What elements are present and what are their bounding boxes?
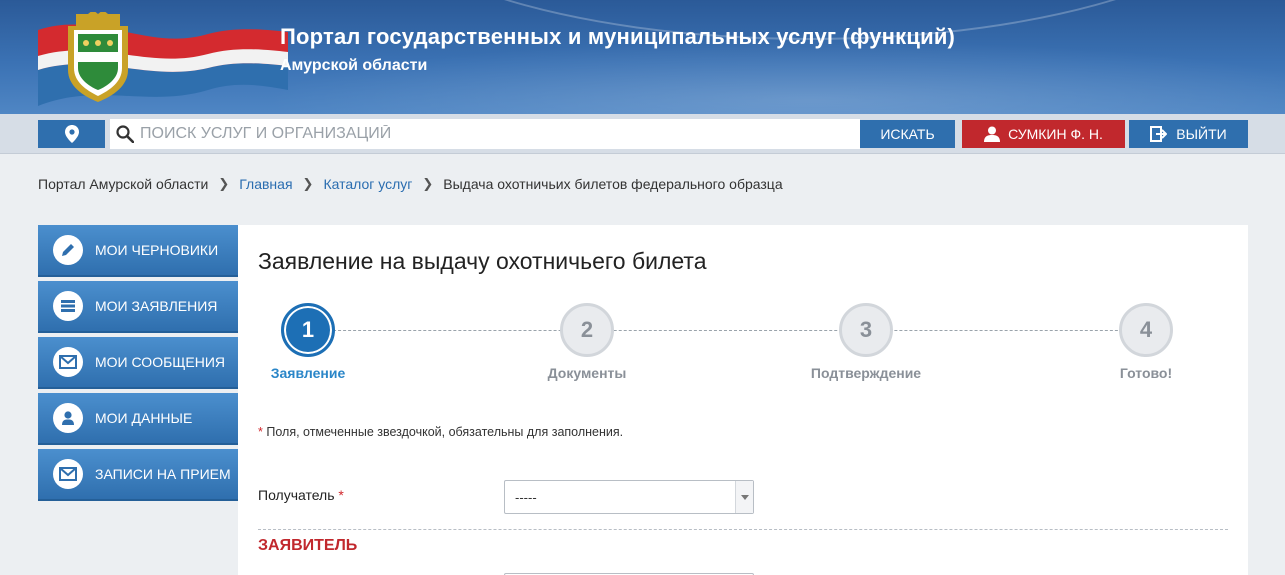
region-flag-logo[interactable] — [38, 12, 288, 106]
search-icon — [110, 119, 140, 149]
envelope-icon — [53, 347, 83, 377]
step-1[interactable]: 1 Заявление — [238, 303, 378, 381]
step-3[interactable]: 3 Подтверждение — [796, 303, 936, 381]
sidebar-item-label: МОИ ЗАЯВЛЕНИЯ — [95, 298, 218, 314]
required-fields-note: * Поля, отмеченные звездочкой, обязатель… — [258, 425, 623, 439]
header-glow — [260, 40, 1285, 114]
sidebar-item-messages[interactable]: МОИ СООБЩЕНИЯ — [38, 337, 238, 389]
steps-connector — [308, 330, 1168, 331]
sidebar-item-label: ЗАПИСИ НА ПРИЕМ — [95, 466, 231, 482]
sidebar-item-applications[interactable]: МОИ ЗАЯВЛЕНИЯ — [38, 281, 238, 333]
user-profile-button[interactable]: СУМКИН Ф. Н. — [962, 120, 1125, 148]
breadcrumb-root: Портал Амурской области — [38, 176, 209, 192]
chevron-right-icon: ❯ — [302, 176, 314, 191]
portal-header: Портал государственных и муниципальных у… — [0, 0, 1285, 114]
recipient-label-text: Получатель — [258, 487, 335, 503]
search-toolbar: ИСКАТЬ СУМКИН Ф. Н. ВЫЙТИ — [0, 114, 1285, 154]
sidebar-item-label: МОИ ЧЕРНОВИКИ — [95, 242, 219, 258]
envelope-icon — [53, 459, 83, 489]
application-form-panel: Заявление на выдачу охотничьего билета 1… — [238, 225, 1248, 575]
step-number: 1 — [281, 303, 335, 357]
search-input[interactable] — [140, 120, 860, 148]
breadcrumb-home-link[interactable]: Главная — [239, 176, 292, 192]
required-asterisk: * — [338, 487, 344, 503]
step-2[interactable]: 2 Документы — [517, 303, 657, 381]
step-number: 2 — [560, 303, 614, 357]
location-button[interactable] — [38, 120, 105, 148]
sidebar-item-appointments[interactable]: ЗАПИСИ НА ПРИЕМ — [38, 449, 238, 501]
step-label: Заявление — [270, 365, 346, 381]
wizard-steps: 1 Заявление 2 Документы 3 Подтверждение … — [258, 303, 1218, 383]
user-icon — [984, 126, 1001, 142]
applicant-section-title: ЗАЯВИТЕЛЬ — [258, 537, 358, 554]
user-icon — [53, 403, 83, 433]
page-title: Заявление на выдачу охотничьего билета — [258, 248, 707, 274]
chevron-right-icon: ❯ — [422, 176, 434, 191]
chevron-down-icon[interactable] — [735, 481, 753, 513]
sidebar-item-drafts[interactable]: МОИ ЧЕРНОВИКИ — [38, 225, 238, 277]
account-sidebar: МОИ ЧЕРНОВИКИ МОИ ЗАЯВЛЕНИЯ МОИ СООБЩЕНИ… — [38, 225, 238, 505]
step-number: 3 — [839, 303, 893, 357]
breadcrumb: Портал Амурской области ❯ Главная ❯ Ката… — [38, 176, 783, 192]
breadcrumb-catalog-link[interactable]: Каталог услуг — [323, 176, 412, 192]
search-button[interactable]: ИСКАТЬ — [860, 120, 955, 148]
step-label: Документы — [547, 365, 627, 381]
required-note-text: Поля, отмеченные звездочкой, обязательны… — [266, 425, 624, 439]
step-number: 4 — [1119, 303, 1173, 357]
step-4[interactable]: 4 Готово! — [1076, 303, 1216, 381]
logout-label: ВЫЙТИ — [1176, 126, 1227, 142]
sidebar-item-my-data[interactable]: МОИ ДАННЫЕ — [38, 393, 238, 445]
chevron-right-icon: ❯ — [218, 176, 230, 191]
sidebar-item-label: МОИ СООБЩЕНИЯ — [95, 354, 226, 370]
logout-button[interactable]: ВЫЙТИ — [1129, 120, 1248, 148]
sidebar-item-label: МОИ ДАННЫЕ — [95, 410, 193, 426]
recipient-select[interactable]: ----- — [504, 480, 754, 514]
search-box[interactable] — [110, 119, 860, 149]
portal-region: Амурской области — [280, 57, 428, 74]
list-icon — [53, 291, 83, 321]
required-asterisk: * — [258, 425, 263, 439]
logout-icon — [1150, 126, 1168, 142]
step-label: Готово! — [1119, 365, 1173, 381]
map-marker-icon — [64, 125, 79, 143]
section-divider — [258, 529, 1228, 530]
recipient-selected-value: ----- — [515, 489, 537, 505]
pencil-icon — [53, 235, 83, 265]
step-label: Подтверждение — [810, 365, 922, 381]
user-name: СУМКИН Ф. Н. — [1008, 126, 1103, 142]
breadcrumb-current: Выдача охотничьих билетов федерального о… — [443, 176, 783, 192]
portal-title[interactable]: Портал государственных и муниципальных у… — [280, 24, 955, 50]
recipient-label: Получатель * — [258, 487, 344, 503]
